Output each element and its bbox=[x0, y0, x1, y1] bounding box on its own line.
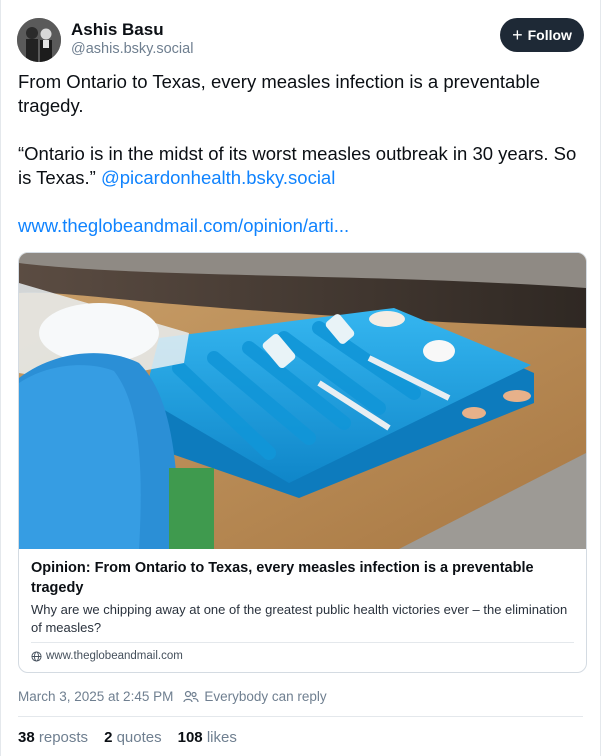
post-paragraph-3: www.theglobeandmail.com/opinion/arti... bbox=[18, 214, 588, 238]
post-thread-item: Ashis Basu @ashis.bsky.social + Follow F… bbox=[0, 0, 601, 756]
mention-link[interactable]: @picardonhealth.bsky.social bbox=[101, 167, 335, 188]
post-paragraph-2: “Ontario is in the midst of its worst me… bbox=[18, 142, 588, 190]
post-paragraph-1: From Ontario to Texas, every measles inf… bbox=[18, 71, 541, 116]
card-title[interactable]: Opinion: From Ontario to Texas, every me… bbox=[31, 558, 571, 598]
likes-stat[interactable]: 108 likes bbox=[178, 729, 237, 746]
post-meta: March 3, 2025 at 2:45 PM Everybody can r… bbox=[18, 689, 327, 704]
card-domain-text: www.theglobeandmail.com bbox=[46, 650, 183, 662]
globe-icon bbox=[31, 650, 42, 662]
post-stats: 38 reposts 2 quotes 108 likes bbox=[18, 729, 237, 746]
card-divider bbox=[31, 642, 574, 643]
follow-label: Follow bbox=[527, 27, 572, 43]
reply-setting-label: Everybody can reply bbox=[204, 689, 327, 704]
reply-setting: Everybody can reply bbox=[183, 689, 327, 704]
author-handle[interactable]: @ashis.bsky.social bbox=[71, 41, 193, 57]
link-preview-card[interactable]: Opinion: From Ontario to Texas, every me… bbox=[18, 252, 587, 673]
post-header: Ashis Basu @ashis.bsky.social + Follow bbox=[17, 16, 584, 62]
external-link[interactable]: www.theglobeandmail.com/opinion/arti... bbox=[18, 215, 349, 236]
post-timestamp[interactable]: March 3, 2025 at 2:45 PM bbox=[18, 689, 173, 704]
quotes-stat[interactable]: 2 quotes bbox=[104, 729, 162, 746]
follow-button[interactable]: + Follow bbox=[500, 18, 584, 52]
author-name[interactable]: Ashis Basu bbox=[71, 20, 164, 40]
stats-divider bbox=[18, 716, 583, 717]
card-description: Why are we chipping away at one of the g… bbox=[31, 602, 568, 635]
people-icon bbox=[183, 690, 199, 702]
card-domain: www.theglobeandmail.com bbox=[31, 650, 183, 662]
plus-icon: + bbox=[512, 25, 523, 45]
card-image bbox=[19, 253, 586, 549]
post-text: From Ontario to Texas, every measles inf… bbox=[18, 70, 588, 262]
reposts-stat[interactable]: 38 reposts bbox=[18, 729, 88, 746]
avatar[interactable] bbox=[17, 18, 61, 62]
